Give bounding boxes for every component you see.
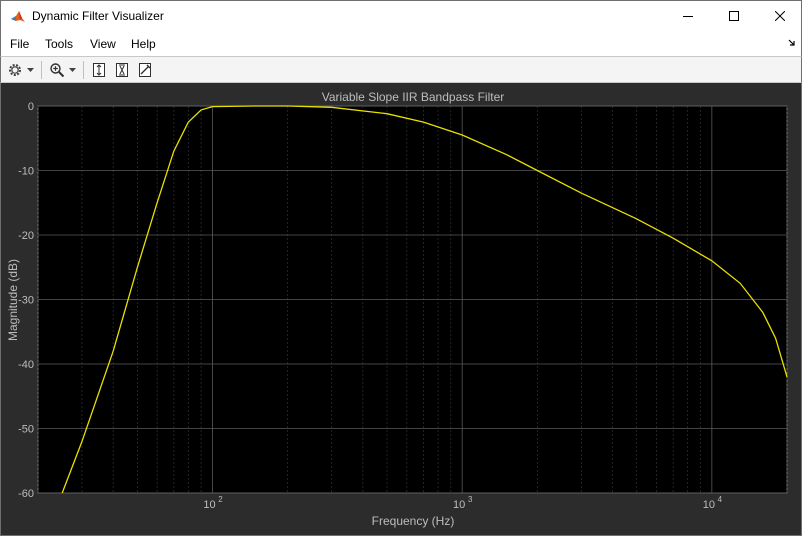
zoom-x-icon bbox=[116, 63, 128, 77]
gear-icon bbox=[9, 64, 21, 76]
zoom-x-button[interactable] bbox=[112, 60, 132, 80]
minimize-icon bbox=[683, 16, 693, 17]
zoom-dropdown[interactable] bbox=[67, 60, 77, 80]
toolbar bbox=[0, 56, 802, 83]
y-tick-label: -30 bbox=[18, 295, 34, 307]
y-tick-labels: 0 -10 -20 -30 -40 -50 -60 bbox=[18, 101, 34, 500]
menu-bar: File Tools View Help bbox=[0, 31, 802, 56]
dropdown-arrow-icon bbox=[26, 68, 34, 72]
zoom-in-button[interactable] bbox=[47, 60, 67, 80]
x-tick-label: 10 bbox=[453, 499, 465, 511]
menu-file[interactable]: File bbox=[10, 37, 29, 51]
x-tick-exponent: 4 bbox=[718, 495, 723, 504]
menu-view[interactable]: View bbox=[90, 37, 116, 51]
y-tick-label: -50 bbox=[18, 424, 34, 436]
menu-help[interactable]: Help bbox=[131, 37, 156, 51]
x-tick-labels: 10 2 10 3 10 4 bbox=[203, 495, 722, 511]
x-tick-label: 10 bbox=[203, 499, 215, 511]
settings-button[interactable] bbox=[5, 60, 25, 80]
x-axis-label: Frequency (Hz) bbox=[372, 514, 455, 528]
minimize-button[interactable] bbox=[665, 1, 711, 31]
x-tick-exponent: 3 bbox=[468, 495, 473, 504]
settings-dropdown[interactable] bbox=[25, 60, 35, 80]
dropdown-arrow-icon bbox=[68, 68, 76, 72]
y-tick-label: 0 bbox=[28, 101, 34, 113]
y-tick-label: -20 bbox=[18, 230, 34, 242]
title-bar: Dynamic Filter Visualizer bbox=[0, 0, 802, 31]
matlab-logo-icon bbox=[11, 11, 25, 22]
maximize-button[interactable] bbox=[711, 1, 757, 31]
close-icon bbox=[775, 11, 785, 21]
x-tick-label: 10 bbox=[703, 499, 715, 511]
data-cursor-button[interactable] bbox=[135, 60, 155, 80]
autoscale-button[interactable] bbox=[89, 60, 109, 80]
data-cursor-icon bbox=[139, 63, 151, 77]
close-button[interactable] bbox=[757, 1, 802, 31]
maximize-icon bbox=[729, 11, 739, 21]
x-tick-exponent: 2 bbox=[218, 495, 223, 504]
dock-arrow-icon[interactable] bbox=[788, 39, 796, 47]
y-tick-label: -60 bbox=[18, 488, 34, 500]
autoscale-icon bbox=[93, 63, 105, 77]
toolbar-separator bbox=[83, 61, 84, 79]
y-tick-label: -40 bbox=[18, 359, 34, 371]
magnitude-plot[interactable]: Variable Slope IIR Bandpass Filter 10 2 10… bbox=[1, 83, 801, 535]
y-tick-label: -10 bbox=[18, 166, 34, 178]
window-title: Dynamic Filter Visualizer bbox=[32, 9, 164, 23]
chart-title: Variable Slope IIR Bandpass Filter bbox=[322, 90, 505, 104]
y-axis-label: Magnitude (dB) bbox=[6, 259, 20, 341]
figure-area: Variable Slope IIR Bandpass Filter 10 2 10… bbox=[0, 83, 802, 536]
toolbar-separator bbox=[41, 61, 42, 79]
zoom-in-icon bbox=[50, 63, 65, 78]
menu-tools[interactable]: Tools bbox=[45, 37, 73, 51]
